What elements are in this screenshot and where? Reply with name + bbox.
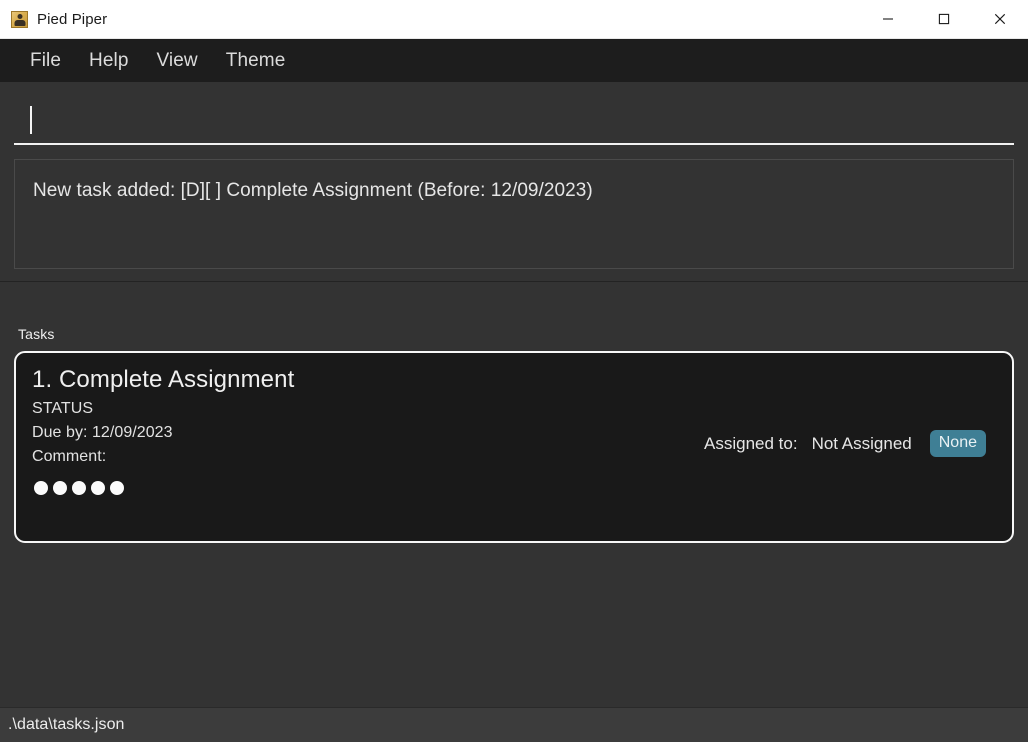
progress-dot[interactable] [34,481,48,496]
tasks-section: Tasks 1. Complete Assignment STATUS Due … [0,282,1028,707]
progress-dot[interactable] [110,481,124,496]
task-title: 1. Complete Assignment [32,366,295,393]
window-controls [860,0,1028,39]
message-output-box: New task added: [D][ ] Complete Assignme… [14,159,1014,269]
command-input[interactable] [14,92,1014,145]
task-status: STATUS [32,400,94,418]
task-progress-dots[interactable] [34,481,996,496]
menu-item-file[interactable]: File [16,46,75,76]
close-icon [994,13,1006,25]
title-bar: Pied Piper [0,0,1028,39]
progress-dot[interactable] [72,481,86,496]
maximize-icon [938,13,950,25]
menu-bar: File Help View Theme [0,39,1028,82]
assigned-to-label: Assigned to: [704,433,798,453]
status-bar: .\data\tasks.json [0,707,1028,742]
task-meta-left: STATUS Due by: 12/09/2023 Comment: [32,399,173,467]
maximize-button[interactable] [916,0,972,39]
body-area: New task added: [D][ ] Complete Assignme… [0,82,1028,707]
app-person-icon [11,10,28,28]
menu-item-view[interactable]: View [143,46,212,76]
close-button[interactable] [972,0,1028,39]
menu-item-theme[interactable]: Theme [212,46,300,76]
app-window: Pied Piper File Help View Theme New task… [0,0,1028,742]
task-assignment: Assigned to: Not Assigned None [704,399,996,458]
window-title: Pied Piper [37,10,108,28]
minimize-button[interactable] [860,0,916,39]
tasks-label: Tasks [18,326,55,342]
task-due-date: Due by: 12/09/2023 [32,424,173,442]
task-meta-row: STATUS Due by: 12/09/2023 Comment: Assig… [32,399,996,467]
progress-dot[interactable] [91,481,105,496]
status-bar-path: .\data\tasks.json [8,716,125,733]
menu-item-help[interactable]: Help [75,46,142,76]
top-section: New task added: [D][ ] Complete Assignme… [0,82,1028,282]
task-card[interactable]: 1. Complete Assignment STATUS Due by: 12… [14,351,1014,543]
command-input-zone [14,92,1014,145]
progress-dot[interactable] [53,481,67,496]
message-text: New task added: [D][ ] Complete Assignme… [33,180,593,201]
assigned-to-value: Not Assigned [811,433,912,453]
title-bar-left: Pied Piper [0,10,860,28]
assignee-badge[interactable]: None [929,430,986,458]
task-comment: Comment: [32,448,107,466]
minimize-icon [883,18,893,20]
